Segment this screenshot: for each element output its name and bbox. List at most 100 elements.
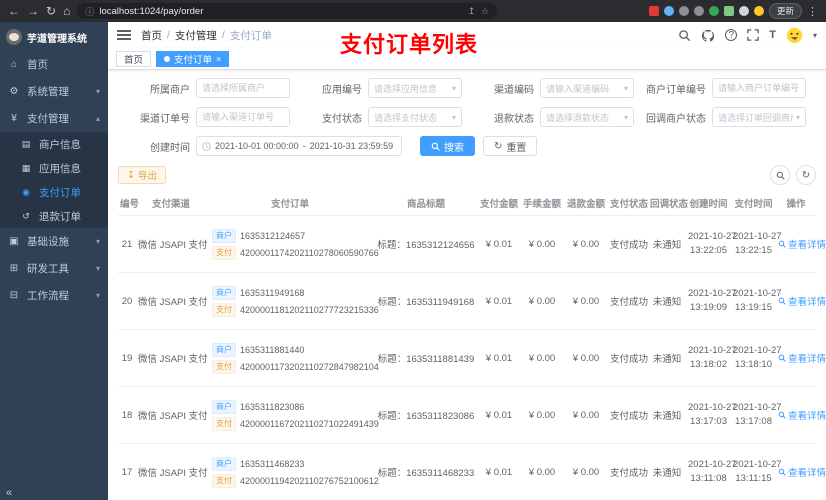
breadcrumb-home[interactable]: 首页 <box>141 28 162 43</box>
pay-order-cell: 商户 1635311468233 支付 42000011942021102767… <box>206 443 379 500</box>
field-label: 所属商户 <box>150 84 190 96</box>
merchant-tag: 商户 <box>212 228 236 243</box>
merchant-order-no: 1635311468233 <box>240 458 305 469</box>
notify-status: 未通知 <box>648 329 686 387</box>
merchant-order-no-input[interactable] <box>718 83 800 93</box>
extension-icon-gray-1[interactable] <box>678 6 689 16</box>
github-icon[interactable] <box>701 29 715 42</box>
breadcrumb-pay-manage[interactable]: 支付管理 <box>175 28 217 43</box>
view-detail-link[interactable]: 查看详情 <box>778 237 826 251</box>
fee-amount: ¥ 0.00 <box>520 386 564 444</box>
owner-merchant-input[interactable] <box>202 83 284 93</box>
export-button[interactable]: ↧ 导出 <box>118 166 166 184</box>
chevron-down-icon[interactable]: ▾ <box>813 31 817 40</box>
sidebar-item-workflow[interactable]: ⊟ 工作流程 ▾ <box>0 282 108 309</box>
sidebar-item-system[interactable]: ⚙ 系统管理 ▾ <box>0 78 108 105</box>
create-date: 2021-10-27 <box>688 458 737 470</box>
view-detail-link[interactable]: 查看详情 <box>778 408 826 422</box>
date-start: 2021-10-01 00:00:00 <box>215 141 299 151</box>
action-cell: 查看详情 <box>776 272 826 330</box>
browser-update-button[interactable]: 更新 <box>768 3 802 19</box>
site-info-icon[interactable]: ⓘ <box>85 5 94 18</box>
pay-time: 13:19:15 <box>735 302 772 313</box>
refund-status-select[interactable]: 请选择退款状态 ▾ <box>540 107 634 127</box>
font-size-icon[interactable]: T <box>769 29 776 41</box>
pay-amount: ¥ 0.01 <box>478 386 520 444</box>
url-text[interactable]: localhost:1024/pay/order <box>99 6 462 17</box>
reload-icon[interactable]: ↻ <box>46 0 56 22</box>
create-date: 2021-10-27 <box>688 230 737 242</box>
create-time-cell: 2021-10-27 13:22:05 <box>686 215 737 273</box>
fullscreen-icon[interactable] <box>747 29 760 41</box>
close-icon[interactable]: × <box>216 54 221 64</box>
select-placeholder: 请输入渠道编码 <box>546 83 610 94</box>
pay-amount: ¥ 0.01 <box>478 215 520 273</box>
sidebar-item-pay-order[interactable]: ◉ 支付订单 <box>0 180 108 204</box>
user-avatar[interactable] <box>786 27 803 44</box>
sidebar-item-payment[interactable]: ¥ 支付管理 ▴ <box>0 105 108 132</box>
question-icon[interactable]: ? <box>725 29 738 41</box>
sidebar-item-app-info[interactable]: ▦ 应用信息 <box>0 156 108 180</box>
infrastructure-icon: ▣ <box>9 236 19 247</box>
refresh-table-button[interactable]: ↻ <box>796 165 816 185</box>
field-label: 应用编号 <box>322 84 362 96</box>
channel-pay-no: 4200001167202110271022491439 <box>240 418 379 429</box>
back-icon[interactable]: ← <box>8 0 20 22</box>
active-dot-icon <box>164 55 171 62</box>
channel-order-no-input[interactable] <box>202 112 284 122</box>
sidebar-item-refund-order[interactable]: ↺ 退款订单 <box>0 204 108 228</box>
url-bar[interactable]: ⓘ localhost:1024/pay/order ↥ ☆ <box>77 3 498 19</box>
chevron-up-icon: ▴ <box>95 114 100 123</box>
channel-code-select[interactable]: 请输入渠道编码 ▾ <box>540 78 634 98</box>
select-placeholder: 请选择支付状态 <box>374 112 438 123</box>
toggle-search-button[interactable] <box>770 165 790 185</box>
view-detail-link[interactable]: 查看详情 <box>778 351 826 365</box>
forward-icon[interactable]: → <box>27 0 39 22</box>
extension-icon-green-square[interactable] <box>723 6 734 16</box>
sidebar-header[interactable]: 芋道管理系统 <box>0 22 108 51</box>
notify-status-select[interactable]: 请选择订单回调商户状态 ▾ <box>712 107 806 127</box>
extension-icon-green-circle[interactable] <box>708 6 719 16</box>
field-label: 商户订单编号 <box>646 84 706 96</box>
create-time-range-picker[interactable]: 2021-10-01 00:00:00 - 2021-10-31 23:59:5… <box>196 136 402 156</box>
profile-avatar-icon[interactable] <box>753 6 764 16</box>
sidebar-collapse-icon[interactable]: « <box>0 486 18 500</box>
browser-menu-icon[interactable]: ⋮ <box>807 5 818 18</box>
field-create-time: 创建时间 2021-10-01 00:00:00 - 2021-10-31 23… <box>118 136 410 156</box>
refund-amount: ¥ 0.00 <box>564 272 608 330</box>
view-detail-label: 查看详情 <box>788 411 826 422</box>
extension-icon-blue[interactable] <box>663 6 674 16</box>
sidebar-menu: ⌂ 首页 ⚙ 系统管理 ▾ ¥ 支付管理 ▴ ▤ 商户信息 ▦ 应用信息 ◉ 支… <box>0 51 108 309</box>
extensions-puzzle-icon[interactable] <box>738 6 749 16</box>
view-detail-link[interactable]: 查看详情 <box>778 465 826 479</box>
clock-icon <box>202 141 211 151</box>
view-detail-link[interactable]: 查看详情 <box>778 294 826 308</box>
logo-avatar <box>6 29 22 45</box>
share-icon[interactable]: ↥ <box>468 6 476 17</box>
pay-time-cell: 2021-10-27 13:19:15 <box>731 272 782 330</box>
chevron-down-icon: ▾ <box>95 291 100 300</box>
app-no-select[interactable]: 请选择应用信息 ▾ <box>368 78 462 98</box>
field-label: 创建时间 <box>150 142 190 154</box>
fee-amount: ¥ 0.00 <box>520 329 564 387</box>
tab-home[interactable]: 首页 <box>116 50 152 67</box>
sidebar-item-merchant-info[interactable]: ▤ 商户信息 <box>0 132 108 156</box>
pay-status-select[interactable]: 请选择支付状态 ▾ <box>368 107 462 127</box>
search-button-label: 搜索 <box>444 142 464 154</box>
view-detail-label: 查看详情 <box>788 297 826 308</box>
search-icon[interactable] <box>678 29 691 42</box>
order-id: 18 <box>118 386 136 444</box>
bookmark-star-icon[interactable]: ☆ <box>481 6 489 17</box>
search-button[interactable]: 搜索 <box>420 136 475 156</box>
hamburger-icon[interactable] <box>117 30 131 40</box>
order-id: 17 <box>118 443 136 500</box>
home-browser-icon[interactable]: ⌂ <box>63 0 70 22</box>
content: 所属商户 应用编号 请选择应用信息 ▾ 渠道编码 <box>108 70 826 500</box>
sidebar-item-infrastructure[interactable]: ▣ 基础设施 ▾ <box>0 228 108 255</box>
sidebar-item-devtools[interactable]: ⊞ 研发工具 ▾ <box>0 255 108 282</box>
tab-pay-order[interactable]: 支付订单 × <box>156 50 230 67</box>
sidebar-item-home[interactable]: ⌂ 首页 <box>0 51 108 78</box>
extension-icon-gray-2[interactable] <box>693 6 704 16</box>
extension-icon-red[interactable] <box>648 6 659 16</box>
reset-button[interactable]: ↻ 重置 <box>483 136 538 156</box>
